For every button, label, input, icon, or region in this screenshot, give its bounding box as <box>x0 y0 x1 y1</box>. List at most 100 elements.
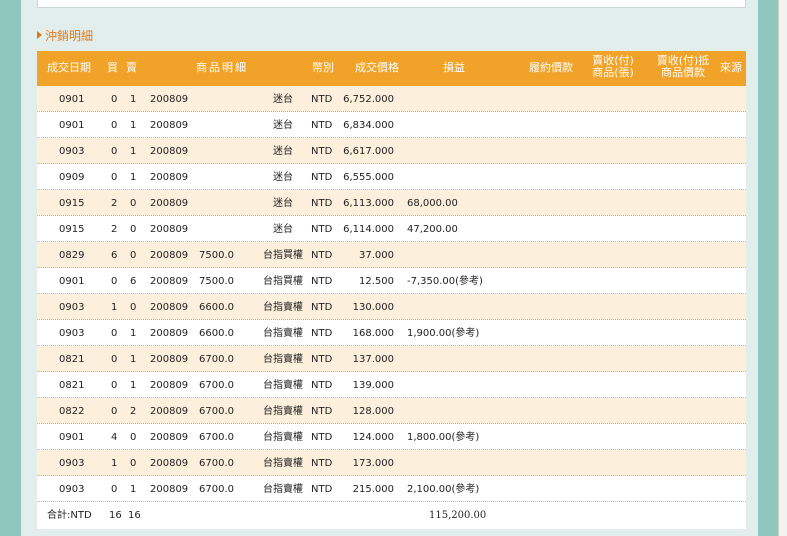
header-currency: 幣別 <box>312 61 334 74</box>
cell-month: 200809 <box>150 328 189 339</box>
cell-date: 0903 <box>59 302 85 313</box>
table-row: 0901 0 1 200809 迷台 NTD 6,834.000 <box>37 112 746 138</box>
cell-product: 台指賣權 <box>263 354 303 365</box>
table-row: 0903 0 1 200809 6700.0 台指賣權 NTD 215.000 2,100.00… <box>37 476 746 502</box>
cell-strike: 6600.0 <box>199 328 234 339</box>
cell-price: 124.000 <box>352 432 394 443</box>
cell-buy: 4 <box>111 432 118 443</box>
cell-buy: 2 <box>111 198 118 209</box>
cell-sell: 0 <box>130 302 137 313</box>
cell-product: 台指買權 <box>263 250 303 261</box>
cell-month: 200809 <box>150 198 189 209</box>
cell-product: 台指賣權 <box>263 302 303 313</box>
cell-buy: 0 <box>111 484 118 495</box>
cell-buy: 0 <box>111 328 118 339</box>
cell-date: 0909 <box>59 172 85 183</box>
total-row: 合計:NTD 16 16 115,200.00 <box>37 502 746 529</box>
total-sell: 16 <box>128 510 141 521</box>
cell-sell: 1 <box>130 172 137 183</box>
scrollbar[interactable] <box>778 0 787 536</box>
cell-price: 168.000 <box>352 328 394 339</box>
cell-strike: 6700.0 <box>199 458 234 469</box>
header-date: 成交日期 <box>47 61 91 74</box>
right-frame <box>758 0 778 536</box>
header-profit-loss: 損益 <box>443 61 465 74</box>
cell-buy: 2 <box>111 224 118 235</box>
cell-product: 迷台 <box>273 198 293 209</box>
cell-price: 173.000 <box>352 458 394 469</box>
cell-price: 6,834.000 <box>343 120 394 131</box>
table-row: 0903 1 0 200809 6600.0 台指賣權 NTD 130.000 <box>37 294 746 320</box>
header-price: 成交價格 <box>355 61 399 74</box>
table-row: 0903 0 1 200809 6600.0 台指賣權 NTD 168.000 1,900.00… <box>37 320 746 346</box>
cell-sell: 1 <box>130 328 137 339</box>
cell-price: 139.000 <box>352 380 394 391</box>
cell-month: 200809 <box>150 94 189 105</box>
total-buy: 16 <box>109 510 122 521</box>
header-item: 商品明細 <box>196 61 248 74</box>
cell-strike: 6600.0 <box>199 302 234 313</box>
cell-profit-loss: 47,200.00 <box>407 224 458 235</box>
header-receive-line2: 商品(張) <box>592 66 634 79</box>
table-body: 0901 0 1 200809 迷台 NTD 6,752.000 0901 0 1 200809 迷台… <box>37 86 746 502</box>
cell-strike: 6700.0 <box>199 406 234 417</box>
cell-price: 12.500 <box>359 276 394 287</box>
cell-buy: 0 <box>111 354 118 365</box>
cell-sell: 0 <box>130 250 137 261</box>
cell-buy: 1 <box>111 302 118 313</box>
left-frame <box>0 0 21 536</box>
cell-month: 200809 <box>150 276 189 287</box>
cell-date: 0821 <box>59 354 85 365</box>
cell-month: 200809 <box>150 406 189 417</box>
cell-date: 0901 <box>59 432 85 443</box>
cell-sell: 2 <box>130 406 137 417</box>
cell-strike: 7500.0 <box>199 250 234 261</box>
cell-strike: 6700.0 <box>199 432 234 443</box>
cell-sell: 0 <box>130 224 137 235</box>
cell-product: 台指賣權 <box>263 380 303 391</box>
cell-date: 0903 <box>59 458 85 469</box>
cell-product: 台指買權 <box>263 276 303 287</box>
cell-product: 迷台 <box>273 146 293 157</box>
offset-detail-table: 成交日期 買 賣 商品明細 幣別 成交價格 損益 履約價款 賣收(付) 商品(張… <box>37 51 746 529</box>
table-row: 0915 2 0 200809 迷台 NTD 6,113.000 68,000.00 <box>37 190 746 216</box>
cell-buy: 0 <box>111 406 118 417</box>
table-row: 0821 0 1 200809 6700.0 台指賣權 NTD 139.000 <box>37 372 746 398</box>
cell-sell: 0 <box>130 198 137 209</box>
cell-date: 0821 <box>59 380 85 391</box>
cell-sell: 6 <box>130 276 137 287</box>
section-title: 沖銷明細 <box>37 27 93 43</box>
cell-price: 137.000 <box>352 354 394 365</box>
cell-profit-loss: 1,900.00(參考) <box>407 328 480 339</box>
cell-buy: 1 <box>111 458 118 469</box>
cell-product: 台指賣權 <box>263 458 303 469</box>
cell-profit-loss: 1,800.00(參考) <box>407 432 480 443</box>
section-title-text: 沖銷明細 <box>45 28 94 43</box>
cell-product: 台指賣權 <box>263 328 303 339</box>
cell-product: 台指賣權 <box>263 406 303 417</box>
table-row: 0822 0 2 200809 6700.0 台指賣權 NTD 128.000 <box>37 398 746 424</box>
cell-month: 200809 <box>150 172 189 183</box>
cell-date: 0915 <box>59 224 85 235</box>
table-header: 成交日期 買 賣 商品明細 幣別 成交價格 損益 履約價款 賣收(付) 商品(張… <box>37 51 746 86</box>
cell-date: 0903 <box>59 484 85 495</box>
header-performance: 履約價款 <box>529 61 573 74</box>
cell-strike: 6700.0 <box>199 354 234 365</box>
cell-sell: 1 <box>130 94 137 105</box>
total-profit-loss: 115,200.00 <box>429 510 487 521</box>
table-row: 0901 4 0 200809 6700.0 台指賣權 NTD 124.000 1,800.00… <box>37 424 746 450</box>
cell-product: 迷台 <box>273 172 293 183</box>
cell-sell: 1 <box>130 120 137 131</box>
cell-month: 200809 <box>150 120 189 131</box>
cell-date: 0901 <box>59 94 85 105</box>
cell-month: 200809 <box>150 380 189 391</box>
cell-buy: 6 <box>111 250 118 261</box>
table-row: 0909 0 1 200809 迷台 NTD 6,555.000 <box>37 164 746 190</box>
header-buy: 買 <box>107 61 118 74</box>
cell-month: 200809 <box>150 458 189 469</box>
cell-month: 200809 <box>150 250 189 261</box>
cell-price: 130.000 <box>352 302 394 313</box>
cell-sell: 1 <box>130 354 137 365</box>
cell-product: 迷台 <box>273 224 293 235</box>
header-source: 來源 <box>720 61 742 74</box>
